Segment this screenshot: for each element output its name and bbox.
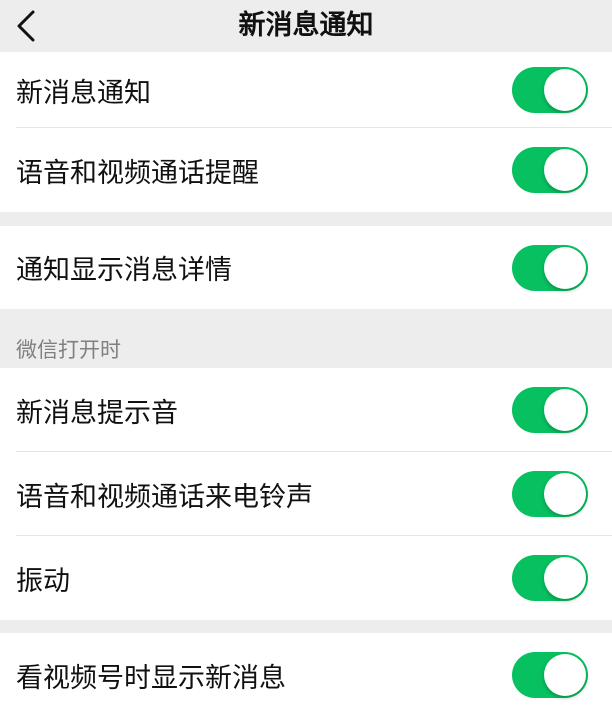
setting-row-vibration[interactable]: 振动 bbox=[0, 536, 612, 620]
toggle-switch[interactable] bbox=[512, 147, 588, 193]
setting-label: 语音和视频通话来电铃声 bbox=[16, 481, 313, 513]
settings-group-notifications: 新消息通知 语音和视频通话提醒 bbox=[0, 52, 612, 212]
settings-screen: 新消息通知 新消息通知 语音和视频通话提醒 通知显示消息详情 微信打开时 新消息… bbox=[0, 0, 612, 705]
setting-label: 看视频号时显示新消息 bbox=[16, 662, 286, 694]
settings-group-when-open: 新消息提示音 语音和视频通话来电铃声 振动 bbox=[0, 368, 612, 620]
toggle-switch[interactable] bbox=[512, 67, 588, 113]
setting-label: 振动 bbox=[16, 565, 70, 597]
toggle-knob bbox=[544, 246, 586, 289]
toggle-switch[interactable] bbox=[512, 471, 588, 517]
setting-row-call-reminder[interactable]: 语音和视频通话提醒 bbox=[0, 128, 612, 212]
toggle-switch[interactable] bbox=[512, 244, 588, 291]
toggle-knob bbox=[544, 69, 586, 111]
toggle-switch[interactable] bbox=[512, 652, 588, 698]
toggle-knob bbox=[544, 149, 586, 191]
setting-row-message-sound[interactable]: 新消息提示音 bbox=[0, 368, 612, 452]
settings-group-details: 通知显示消息详情 bbox=[0, 226, 612, 309]
page-title: 新消息通知 bbox=[238, 10, 374, 41]
toggle-switch[interactable] bbox=[512, 555, 588, 601]
toggle-knob bbox=[544, 557, 586, 599]
setting-label: 通知显示消息详情 bbox=[16, 255, 232, 286]
setting-row-channels-new-message[interactable]: 看视频号时显示新消息 bbox=[0, 633, 612, 705]
setting-label: 语音和视频通话提醒 bbox=[16, 157, 259, 189]
setting-label: 新消息通知 bbox=[16, 77, 151, 109]
toggle-switch[interactable] bbox=[512, 387, 588, 433]
toggle-knob bbox=[544, 654, 586, 696]
setting-row-show-message-details[interactable]: 通知显示消息详情 bbox=[0, 226, 612, 309]
toggle-knob bbox=[544, 389, 586, 431]
setting-label: 新消息提示音 bbox=[16, 397, 178, 429]
settings-group-channels: 看视频号时显示新消息 bbox=[0, 633, 612, 705]
setting-row-new-message-notification[interactable]: 新消息通知 bbox=[0, 52, 612, 128]
toggle-knob bbox=[544, 473, 586, 515]
section-header: 微信打开时 bbox=[16, 338, 121, 362]
setting-row-call-ringtone[interactable]: 语音和视频通话来电铃声 bbox=[0, 452, 612, 536]
navigation-bar: 新消息通知 bbox=[0, 0, 612, 58]
